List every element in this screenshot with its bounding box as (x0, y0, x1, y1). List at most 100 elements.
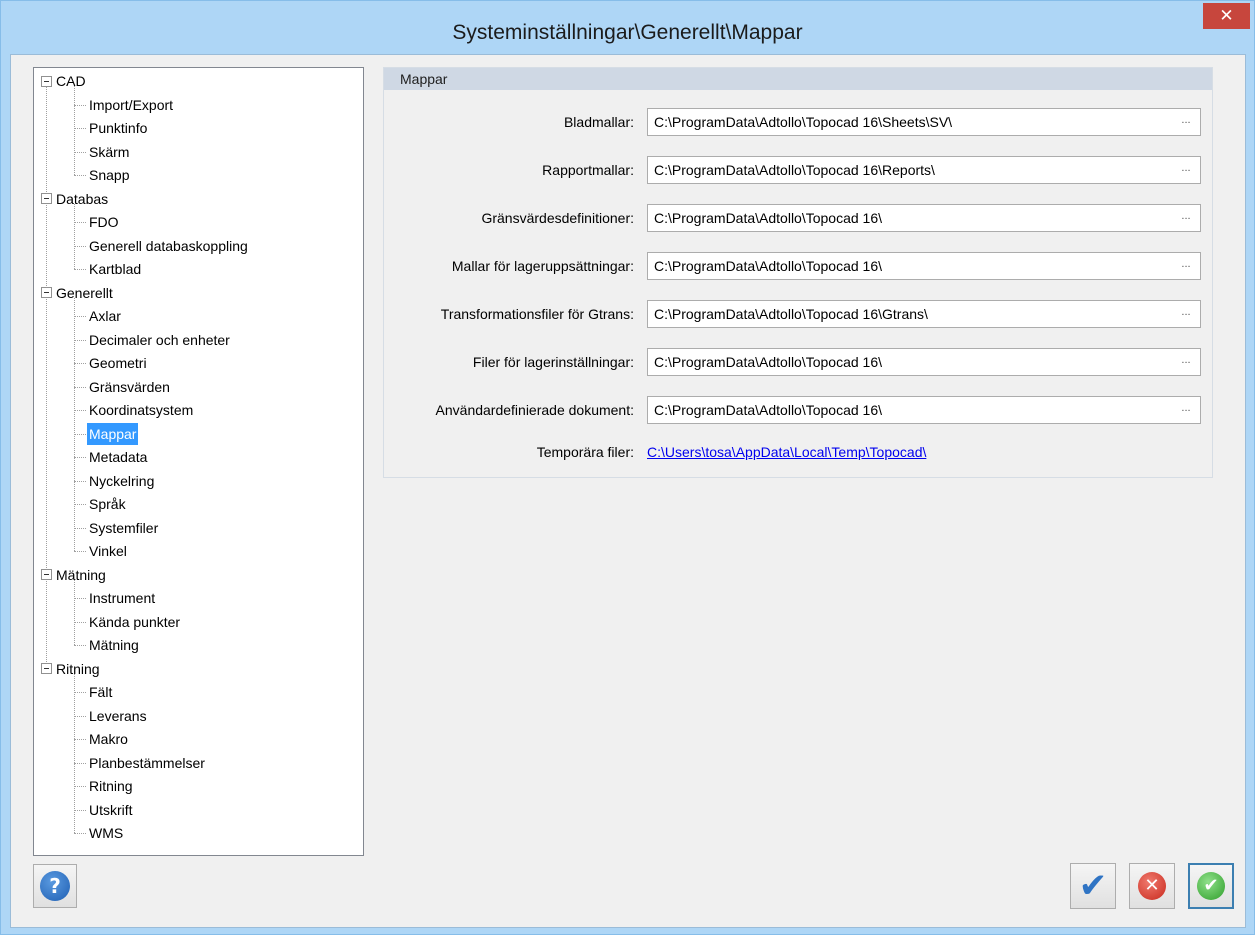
tree-connector (74, 339, 86, 341)
folder-path-field[interactable]: C:\ProgramData\Adtollo\Topocad 16\... (647, 348, 1201, 376)
collapse-icon[interactable] (41, 569, 52, 581)
tree-item[interactable]: Leverans (87, 705, 149, 727)
tree-item[interactable]: Punktinfo (87, 117, 149, 139)
tree-item[interactable]: Språk (87, 493, 128, 515)
tree-group-label: Databas (56, 190, 109, 207)
temp-files-label: Temporära filer: (536, 444, 634, 460)
tree-item[interactable]: Decimaler och enheter (87, 329, 232, 351)
tree-item[interactable]: FDO (87, 211, 121, 233)
tree-item[interactable]: Metadata (87, 446, 149, 468)
folder-path-field[interactable]: C:\ProgramData\Adtollo\Topocad 16\Gtrans… (647, 300, 1201, 328)
tree-connector (74, 673, 75, 833)
tree-connector (74, 579, 75, 645)
tree-item[interactable]: Ritning (87, 775, 135, 797)
collapse-icon[interactable] (41, 193, 52, 205)
tree-connector (74, 715, 86, 717)
tree-item[interactable]: Utskrift (87, 799, 135, 821)
tree-connector (74, 739, 86, 740)
browse-button[interactable]: ... (1176, 210, 1196, 226)
tree-item[interactable]: WMS (87, 822, 125, 844)
folder-path-field[interactable]: C:\ProgramData\Adtollo\Topocad 16\... (647, 204, 1201, 232)
tree-connector (74, 269, 86, 270)
ok-button[interactable]: ✔ (1188, 863, 1234, 909)
tree-connector (74, 457, 86, 458)
collapse-icon[interactable] (41, 287, 52, 299)
panel-header: Mappar (384, 68, 1212, 90)
folder-path-value: C:\ProgramData\Adtollo\Topocad 16\ (654, 354, 883, 370)
tree-item[interactable]: Gränsvärden (87, 376, 172, 398)
tree-item[interactable]: Snapp (87, 164, 131, 186)
tree-item[interactable]: Fält (87, 681, 114, 703)
tree-connector (74, 762, 86, 764)
tree-group[interactable]: Generellt (41, 282, 113, 304)
temp-files-link[interactable]: C:\Users\tosa\AppData\Local\Temp\Topocad… (647, 442, 926, 462)
close-button[interactable]: ✕ (1203, 3, 1250, 29)
folder-path-field[interactable]: C:\ProgramData\Adtollo\Topocad 16\... (647, 396, 1201, 424)
tree-connector (74, 480, 86, 482)
tree-connector (74, 527, 86, 529)
tree-group[interactable]: Ritning (41, 658, 100, 680)
folders-panel: Mappar Temporära filer: C:\Users\tosa\Ap… (383, 67, 1213, 478)
ok-icon: ✔ (1197, 872, 1225, 900)
dialog-body: CAD Import/Export Punktinfo Skärm Snapp Datab… (10, 54, 1246, 928)
tree-connector (74, 222, 86, 223)
tree-item[interactable]: Nyckelring (87, 470, 156, 492)
collapse-icon[interactable] (41, 75, 52, 87)
folder-label: Mallar för lageruppsättningar: (451, 258, 634, 274)
tree-item[interactable]: Generell databaskoppling (87, 235, 250, 257)
folder-path-value: C:\ProgramData\Adtollo\Topocad 16\Report… (654, 162, 935, 178)
collapse-icon[interactable] (41, 663, 52, 675)
folder-path-field[interactable]: C:\ProgramData\Adtollo\Topocad 16\Report… (647, 156, 1201, 184)
tree-connector (74, 621, 86, 623)
tree-item[interactable]: Kartblad (87, 258, 143, 280)
tree-connector (74, 104, 86, 106)
tree-group[interactable]: CAD (41, 70, 86, 92)
tree-connector (74, 86, 75, 175)
browse-button[interactable]: ... (1176, 162, 1196, 178)
tree-group-label: Generellt (56, 284, 113, 301)
tree-connector (74, 833, 86, 834)
tree-item[interactable]: Skärm (87, 141, 131, 163)
cancel-button[interactable]: ✕ (1129, 863, 1175, 909)
folder-path-value: C:\ProgramData\Adtollo\Topocad 16\Gtrans… (654, 306, 928, 322)
folder-path-field[interactable]: C:\ProgramData\Adtollo\Topocad 16\Sheets… (647, 108, 1201, 136)
tree-item[interactable]: Makro (87, 728, 130, 750)
tree-item[interactable]: Systemfiler (87, 517, 160, 539)
tree-item[interactable]: Mätning (87, 634, 141, 656)
tree-item[interactable]: Import/Export (87, 94, 175, 116)
tree-connector (74, 551, 86, 552)
help-button[interactable]: ? (33, 864, 77, 908)
folder-label: Transformationsfiler för Gtrans: (440, 306, 634, 322)
browse-button[interactable]: ... (1176, 306, 1196, 322)
folder-label: Filer för lagerinställningar: (472, 354, 634, 370)
tree-connector (74, 410, 86, 411)
tree-connector (74, 151, 86, 153)
tree-item[interactable]: Planbestämmelser (87, 752, 207, 774)
tree-item[interactable]: Geometri (87, 352, 149, 374)
tree-item[interactable]: Vinkel (87, 540, 129, 562)
tree-group-label: CAD (56, 73, 86, 89)
browse-button[interactable]: ... (1176, 258, 1196, 274)
tree-item[interactable]: Kända punkter (87, 611, 182, 633)
browse-button[interactable]: ... (1176, 402, 1196, 418)
settings-tree[interactable]: CAD Import/Export Punktinfo Skärm Snapp Datab… (33, 67, 364, 856)
browse-button[interactable]: ... (1176, 114, 1196, 130)
tree-connector (74, 128, 86, 129)
browse-button[interactable]: ... (1176, 354, 1196, 370)
folder-path-value: C:\ProgramData\Adtollo\Topocad 16\ (654, 210, 883, 226)
folder-path-field[interactable]: C:\ProgramData\Adtollo\Topocad 16\... (647, 252, 1201, 280)
folder-path-value: C:\ProgramData\Adtollo\Topocad 16\ (654, 258, 883, 274)
apply-button[interactable]: ✔ (1070, 863, 1116, 909)
tree-connector (74, 316, 86, 317)
tree-connector (74, 386, 86, 388)
tree-connector (74, 363, 86, 364)
tree-group-label: Mätning (56, 566, 106, 583)
tree-item[interactable]: Mappar (87, 422, 139, 445)
help-icon: ? (40, 871, 70, 901)
tree-item[interactable]: Koordinatsystem (87, 399, 195, 421)
folder-path-value: C:\ProgramData\Adtollo\Topocad 16\Sheets… (654, 114, 953, 130)
checkmark-icon: ✔ (1078, 866, 1108, 906)
tree-item[interactable]: Axlar (87, 305, 123, 327)
tree-item[interactable]: Instrument (87, 587, 157, 609)
folder-label: Rapportmallar: (542, 162, 634, 178)
